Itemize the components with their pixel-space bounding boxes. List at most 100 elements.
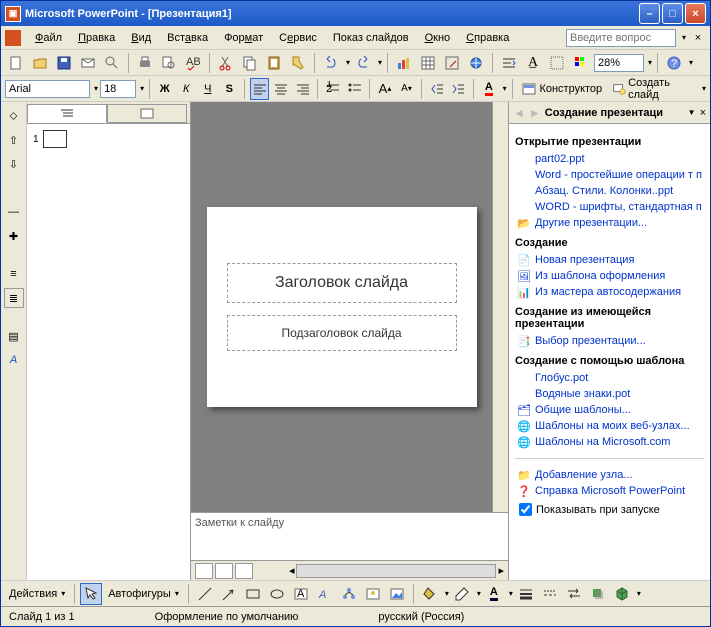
font-color-dropdown-icon[interactable]: ▾ [503, 84, 507, 93]
decrease-indent-button[interactable] [427, 78, 447, 100]
tab-slides[interactable] [107, 104, 187, 123]
doc-close-button[interactable]: × [690, 30, 706, 46]
taskpane-close-icon[interactable]: × [700, 107, 706, 119]
show-startup-checkbox[interactable]: Показывать при запуске [515, 499, 704, 518]
actions-menu-button[interactable]: Действия▾ [5, 586, 69, 602]
select-tool-button[interactable] [80, 583, 102, 605]
line-color-button[interactable] [451, 583, 473, 605]
slide-thumbnail-1[interactable]: 1 [33, 130, 184, 148]
rail-nav-prev-icon[interactable]: ⬦ [4, 106, 24, 126]
normal-view-button[interactable] [195, 563, 213, 579]
grid-button[interactable] [546, 52, 568, 74]
minimize-button[interactable]: – [639, 3, 660, 24]
font-color-button[interactable]: A [479, 78, 499, 100]
open-link[interactable]: Word - простейшие операции т п [515, 167, 704, 183]
from-template-link[interactable]: 🖼Из шаблона оформления [515, 268, 704, 284]
rail-collapse-all-icon[interactable]: ≡ [4, 264, 24, 284]
increase-font-button[interactable]: A▴ [375, 78, 395, 100]
menu-help[interactable]: Справка [460, 30, 515, 46]
title-placeholder[interactable]: Заголовок слайда [227, 263, 457, 303]
textbox-tool-button[interactable]: A [290, 583, 312, 605]
menu-service[interactable]: Сервис [273, 30, 323, 46]
bullets-button[interactable] [345, 78, 365, 100]
tables-borders-button[interactable] [441, 52, 463, 74]
shadow-button[interactable]: S [220, 78, 240, 100]
rectangle-tool-button[interactable] [242, 583, 264, 605]
font-combo[interactable]: Arial [5, 80, 90, 98]
general-templates-link[interactable]: 🗂Общие шаблоны... [515, 402, 704, 418]
rail-expand-icon[interactable]: ✚ [4, 226, 24, 246]
wordart-button[interactable]: A [314, 583, 336, 605]
open-button[interactable] [29, 52, 51, 74]
oval-tool-button[interactable] [266, 583, 288, 605]
color-button[interactable] [570, 52, 592, 74]
ask-question-input[interactable] [566, 29, 676, 47]
maximize-button[interactable]: □ [662, 3, 683, 24]
font-color-button2[interactable]: A [483, 583, 505, 605]
help-button[interactable]: ? [663, 52, 685, 74]
preview-button[interactable] [158, 52, 180, 74]
ms-templates-link[interactable]: 🌐Шаблоны на Microsoft.com [515, 434, 704, 450]
menu-insert[interactable]: Вставка [161, 30, 214, 46]
undo-button[interactable] [320, 52, 342, 74]
cut-button[interactable] [215, 52, 237, 74]
slide-canvas[interactable]: Заголовок слайда Подзаголовок слайда [191, 102, 492, 512]
fill-dropdown-icon[interactable]: ▾ [445, 589, 449, 598]
rail-nav-up-icon[interactable]: ⇧ [4, 130, 24, 150]
show-startup-input[interactable] [519, 503, 532, 516]
subtitle-placeholder[interactable]: Подзаголовок слайда [227, 315, 457, 351]
undo-dropdown-icon[interactable]: ▾ [346, 58, 350, 67]
dash-style-button[interactable] [539, 583, 561, 605]
decrease-font-button[interactable]: A▾ [397, 78, 417, 100]
designer-button[interactable]: Конструктор [517, 79, 606, 99]
clipart-button[interactable] [362, 583, 384, 605]
help-link[interactable]: ❓Справка Microsoft PowerPoint [515, 483, 704, 499]
choose-presentation-link[interactable]: 📑Выбор презентации... [515, 333, 704, 349]
chart-button[interactable] [393, 52, 415, 74]
menu-format[interactable]: Формат [218, 30, 269, 46]
paste-button[interactable] [263, 52, 285, 74]
tab-outline[interactable] [27, 104, 107, 123]
underline-button[interactable]: Ч [198, 78, 218, 100]
menu-slideshow[interactable]: Показ слайдов [327, 30, 415, 46]
diagram-button[interactable] [338, 583, 360, 605]
numbering-button[interactable]: 12 [323, 78, 343, 100]
align-left-button[interactable] [250, 78, 270, 100]
close-button[interactable]: × [685, 3, 706, 24]
email-button[interactable] [77, 52, 99, 74]
horizontal-scrollbar[interactable] [296, 564, 496, 578]
taskpane-back-icon[interactable]: ◄ [513, 106, 525, 120]
taskpane-dropdown-icon[interactable]: ▼ [688, 108, 696, 117]
redo-button[interactable] [352, 52, 374, 74]
template-link[interactable]: Глобус.pot [515, 370, 704, 386]
rail-show-formatting-icon[interactable]: A [4, 350, 24, 370]
more-presentations-link[interactable]: 📂Другие презентации... [515, 215, 704, 231]
arrow-style-button[interactable] [563, 583, 585, 605]
3d-style-button[interactable] [611, 583, 633, 605]
font-dropdown-icon[interactable]: ▾ [94, 84, 98, 93]
sorter-view-button[interactable] [215, 563, 233, 579]
format-painter-button[interactable] [287, 52, 309, 74]
table-button[interactable] [417, 52, 439, 74]
draw-options-icon[interactable]: ▾ [637, 589, 641, 598]
menu-edit[interactable]: Правка [72, 30, 121, 46]
scroll-left-icon[interactable]: ◂ [289, 564, 295, 577]
shadow-style-button[interactable] [587, 583, 609, 605]
line-style-button[interactable] [515, 583, 537, 605]
search-button[interactable] [101, 52, 123, 74]
italic-button[interactable]: К [176, 78, 196, 100]
line-tool-button[interactable] [194, 583, 216, 605]
add-node-link[interactable]: 📁Добавление узла... [515, 467, 704, 483]
increase-indent-button[interactable] [449, 78, 469, 100]
rail-expand-all-icon[interactable]: ≣ [4, 288, 24, 308]
print-button[interactable] [134, 52, 156, 74]
my-web-templates-link[interactable]: 🌐Шаблоны на моих веб-узлах... [515, 418, 704, 434]
hyperlink-button[interactable] [465, 52, 487, 74]
expand-button[interactable] [498, 52, 520, 74]
font-color2-dropdown-icon[interactable]: ▾ [509, 589, 513, 598]
menu-file[interactable]: Файл [29, 30, 68, 46]
taskpane-forward-icon[interactable]: ► [529, 106, 541, 120]
rail-collapse-icon[interactable]: — [4, 202, 24, 222]
rail-nav-down-icon[interactable]: ⇩ [4, 154, 24, 174]
zoom-combo[interactable]: 28% [594, 54, 644, 72]
